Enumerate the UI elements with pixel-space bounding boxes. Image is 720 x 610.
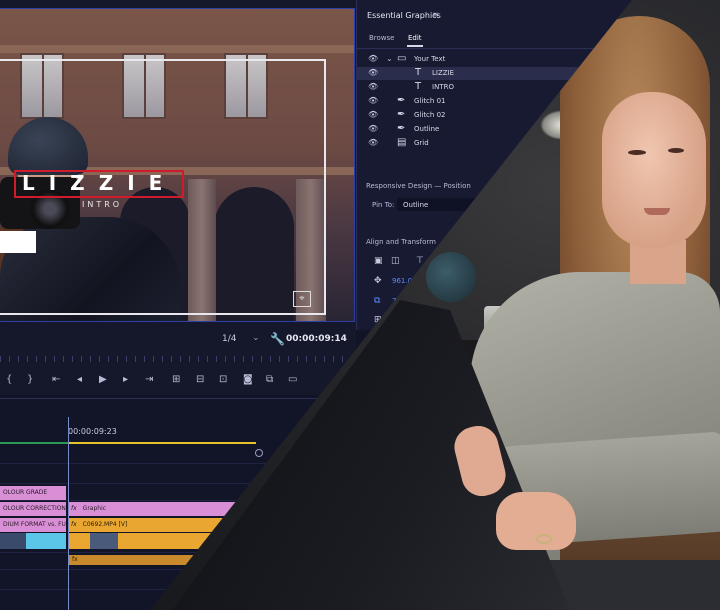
video-clip-blue[interactable] (26, 533, 66, 549)
clip-medium-format[interactable]: DIUM FORMAT vs. FULL (0, 518, 66, 532)
play-icon[interactable]: ▶ (99, 374, 107, 386)
eye-icon[interactable]: 👁 (368, 138, 378, 147)
transport-controls: { } ⇤ ◂ ▶ ▸ ⇥ ⊞ ⊟ ⊡ ◙ ⧉ ▭ (0, 370, 354, 392)
app-stage: LIZZIE INTRO ⌖ 1/4 ⌄ 🔧 00:00:09:14 { } ⇤… (0, 0, 720, 610)
go-to-out-icon[interactable]: ⇥ (145, 374, 153, 386)
wrench-icon[interactable]: 🔧 (270, 332, 285, 346)
overwrite-icon[interactable]: ⊡ (219, 374, 227, 386)
sequence-end-marker (255, 449, 263, 457)
layer-name: Outline (414, 125, 440, 133)
eye-icon[interactable]: 👁 (368, 110, 378, 119)
overlay-title[interactable]: LIZZIE (22, 171, 176, 195)
step-back-icon[interactable]: ◂ (77, 374, 82, 386)
step-forward-icon[interactable]: ▸ (123, 374, 128, 386)
lower-third-bar (0, 231, 36, 253)
eye-icon[interactable]: 👁 (368, 54, 378, 63)
fx-badge: fx (71, 505, 77, 512)
globe (426, 252, 476, 302)
eye-icon[interactable]: 👁 (368, 96, 378, 105)
align-to-video-frame-icon[interactable]: ▣ (374, 256, 383, 266)
render-bar (0, 442, 68, 444)
adjustment-clip-colour-correction[interactable]: OLOUR CORRECTION (0, 502, 66, 516)
export-frame-icon[interactable]: ◙ (243, 374, 253, 386)
ruler-timecode: 00:00:09:23 (68, 427, 117, 436)
safe-margins-icon[interactable]: ▭ (288, 374, 297, 386)
zoom-select[interactable]: 1/4 (222, 334, 236, 344)
folder-icon: ▭ (397, 53, 407, 64)
p-mouth (644, 208, 670, 215)
eye-icon[interactable]: 👁 (368, 124, 378, 133)
active-tab-indicator (407, 45, 423, 47)
text-icon: T (415, 67, 422, 78)
program-monitor: LIZZIE INTRO ⌖ 1/4 ⌄ 🔧 00:00:09:14 { } ⇤… (0, 0, 357, 395)
align-to-selection-icon[interactable]: ◫ (391, 256, 400, 266)
pin-to-label: Pin To: (372, 201, 395, 209)
align-transform-heading: Align and Transform (366, 238, 436, 246)
monitor-frame[interactable]: LIZZIE INTRO ⌖ (0, 8, 355, 322)
chevron-down-icon[interactable]: ⌄ (252, 333, 260, 343)
pen-shape-icon: ✒ (397, 109, 406, 120)
clip-layer-icon: ▤ (397, 137, 407, 148)
go-to-in-icon[interactable]: ⇤ (52, 374, 60, 386)
playhead-timecode[interactable]: 00:00:09:14 (286, 334, 347, 344)
extract-icon[interactable]: ⊟ (196, 374, 204, 386)
ring (536, 534, 552, 544)
playhead-line[interactable] (68, 417, 69, 610)
tab-browse[interactable]: Browse (369, 34, 395, 42)
lift-icon[interactable]: ⊞ (172, 374, 180, 386)
layer-name: Your Text (414, 55, 446, 63)
position-icon: ✥ (374, 276, 382, 286)
pen-shape-icon: ✒ (397, 123, 406, 134)
tab-edit[interactable]: Edit (408, 34, 422, 42)
audio-fx-badge: fx (72, 556, 78, 563)
fx-badge: fx (71, 521, 77, 528)
overlay-subtitle[interactable]: INTRO (82, 200, 122, 209)
align-top-icon[interactable]: ⊤ (416, 256, 424, 266)
video-clip-label: C0692.MP4 [V] (82, 521, 128, 528)
p-eye1 (628, 150, 646, 155)
mark-in-icon[interactable]: { (6, 374, 12, 386)
mark-out-icon[interactable]: } (27, 374, 33, 386)
panel-title: Essential Graphics (367, 11, 441, 20)
layer-name: LIZZIE (432, 69, 455, 77)
scrub-ruler[interactable] (0, 356, 354, 362)
layer-name: INTRO (432, 83, 454, 91)
layer-name: Grid (414, 139, 429, 147)
clip-thumbnail (90, 533, 118, 549)
chevron-down-icon[interactable]: ⌄ (386, 54, 393, 63)
adjustment-clip-colour-grade[interactable]: OLOUR GRADE (0, 486, 66, 500)
panel-menu-icon[interactable]: ≡ (432, 10, 439, 19)
text-icon: T (415, 81, 422, 92)
p-face (602, 92, 706, 248)
comparison-view-icon[interactable]: ⧉ (266, 374, 273, 386)
graphic-clip-label: Graphic (82, 505, 107, 512)
layer-name: Glitch 02 (414, 111, 446, 119)
anchor-point-icon: ⧉ (374, 296, 381, 306)
eye-icon[interactable]: 👁 (368, 82, 378, 91)
layer-name: Glitch 01 (414, 97, 446, 105)
responsive-design-heading: Responsive Design — Position (366, 182, 471, 190)
work-area-bar[interactable] (68, 442, 256, 444)
eye-icon[interactable]: 👁 (368, 68, 378, 77)
pin-to-value: Outline (403, 201, 429, 209)
pen-shape-icon: ✒ (397, 95, 406, 106)
snap-icon[interactable]: ⌖ (293, 291, 311, 307)
p-eye2 (668, 148, 684, 153)
clip-thumbnail (0, 533, 26, 549)
building-ledge (0, 45, 354, 53)
monitor-controls: 1/4 ⌄ 🔧 00:00:09:14 (0, 326, 354, 356)
